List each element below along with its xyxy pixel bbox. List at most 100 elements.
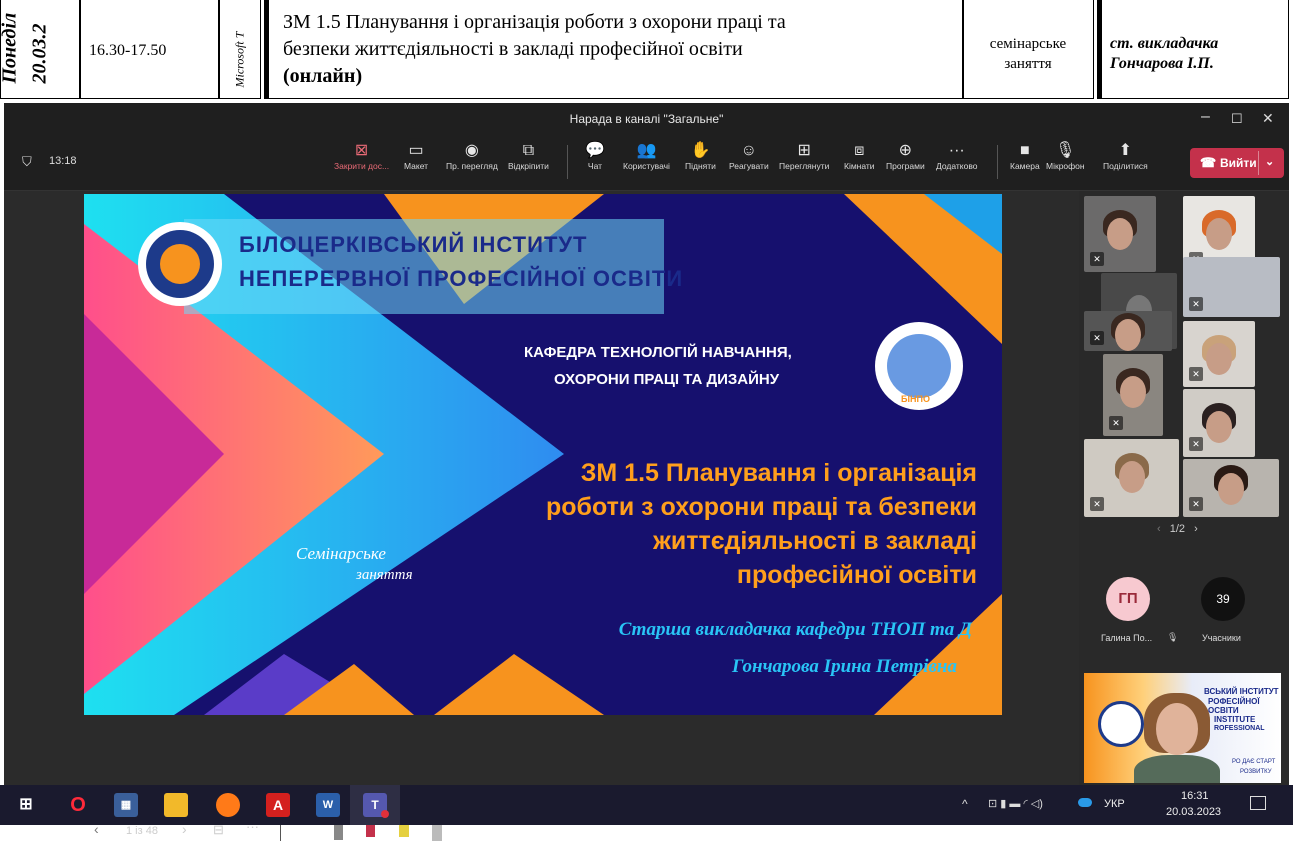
clock-time[interactable]: 16:31 [1181,790,1209,802]
stop-sharing-button[interactable]: ⊠ Закрити дос... [334,141,389,171]
onedrive-icon[interactable] [1078,798,1092,807]
muted-mic-icon: ✕ [1189,437,1203,451]
minimize-button[interactable]: – [1201,108,1210,126]
view-label: Переглянути [779,161,830,171]
phone-hangup-icon: ☎ [1200,155,1217,170]
people-label: Користувачі [623,161,670,171]
eye-icon: ◉ [464,142,479,159]
raise-hand-button[interactable]: ✋ Підняти [685,141,716,171]
apps-button[interactable]: ⊕ Програми [886,141,925,171]
presenter-video[interactable]: ВСЬКИЙ ІНСТИТУТ РОФЕСІЙНОЇ ОСВІТИ INSTIT… [1084,673,1281,783]
camera-label: Камера [1010,161,1040,171]
maximize-button[interactable]: ☐ [1231,111,1243,127]
subject-line-3: (онлайн) [283,65,363,87]
participant-name: Галина По... [1101,633,1153,643]
chevron-down-icon[interactable]: ⌄ [1265,155,1274,168]
toolbar-divider-2 [997,145,998,179]
layout-label: Макет [404,161,429,171]
day-cell: Понеділ 20.03.2 [0,0,80,99]
close-window-button[interactable]: ✕ [1262,110,1274,127]
firefox-icon[interactable] [216,793,240,817]
grid-icon: ⊞ [797,142,811,159]
opera-icon[interactable]: O [66,793,90,817]
gallery-next-button[interactable]: › [1194,523,1198,535]
video-tile[interactable]: ✕ [1084,196,1156,272]
chat-icon: 💬 [585,142,605,159]
teacher-cell: ст. викладачка Гончарова І.П. [1097,0,1289,99]
more-icon: ··· [948,142,965,159]
thumb-line-6: РОЗВИТКУ [1240,769,1272,775]
leave-button[interactable]: ☎ Вийти ⌄ [1190,148,1284,178]
day-label: Понеділ [0,12,21,84]
layout-button[interactable]: ▭ Макет [404,141,428,171]
time-cell: 16.30-17.50 [80,0,219,99]
notifications-icon[interactable] [1250,796,1266,810]
stop-sharing-label: Закрити дос... [334,161,390,171]
participants-label: Учасники [1202,633,1241,643]
chevron-up-icon[interactable]: ^ [962,797,968,811]
video-tile[interactable]: ✕ [1084,439,1179,517]
type-line-2: заняття [1004,56,1052,72]
type-line-1: семінарське [989,36,1067,52]
windows-taskbar: ⊞ O ▦ A W T ^ ⊡ ▮ ▬ ◜ ◁) УКР 16:31 20.03… [0,785,1293,825]
participant-face [1118,461,1145,493]
institute-logo-icon [1098,701,1144,747]
video-tile[interactable]: ✕ [1103,354,1163,436]
toolbar-divider [567,145,568,179]
clock-date[interactable]: 20.03.2023 [1166,806,1221,818]
presenter-face [1156,703,1198,755]
session-line-2: заняття [356,567,413,583]
participant-face [1120,376,1146,408]
share-label: Поділитися [1103,161,1148,171]
teams-meeting-window: Нарада в каналі "Загальне" – ☐ ✕ ⛉ 13:18… [4,103,1289,841]
video-tile[interactable]: ✕ [1084,311,1172,351]
leave-label: Вийти [1220,156,1257,170]
notification-dot [381,810,389,818]
view-button[interactable]: ⊞ Переглянути [779,141,829,171]
apps-label: Програми [886,161,925,171]
popout-button[interactable]: ⧉ Відкріпити [508,141,549,171]
react-button[interactable]: ☺ Реагувати [729,141,769,171]
presentation-slide: БІЛОЦЕРКІВСЬКИЙ ІНСТИТУТ НЕПЕРЕРВНОЇ ПРО… [84,194,1002,715]
teacher-line-1: ст. викладачка [1110,35,1219,52]
language-indicator[interactable]: УКР [1104,798,1125,810]
calculator-icon[interactable]: ▦ [114,793,138,817]
muted-mic-icon: ✕ [1189,367,1203,381]
file-explorer-icon[interactable] [164,793,188,817]
video-tile[interactable]: ✕ [1183,257,1280,317]
share-button[interactable]: ⬆ Поділитися [1103,141,1148,171]
video-tile[interactable]: ✕ [1183,321,1255,387]
microphone-icon: 🎙 [1055,142,1076,159]
popout-icon: ⧉ [522,142,535,159]
camera-icon: ■ [1020,142,1030,159]
preview-button[interactable]: ◉ Пр. перегляд [446,141,498,171]
video-tile[interactable]: ✕ [1183,459,1279,517]
popout-label: Відкріпити [508,161,549,171]
institute-line-2: НЕПЕРЕРВНОЇ ПРОФЕСІЙНОЇ ОСВІТИ [239,266,684,291]
more-button[interactable]: ··· Додатково [936,141,977,171]
meeting-toolbar: ⛉ 13:18 ⊠ Закрити дос... ▭ Макет ◉ Пр. пере… [4,135,1289,191]
acrobat-icon[interactable]: A [266,793,290,817]
people-button[interactable]: 👥 Користувачі [623,141,670,171]
word-icon[interactable]: W [316,793,340,817]
subject-line-1: ЗМ 1.5 Планування і організація роботи з… [283,11,786,33]
participant-face [1107,218,1133,250]
video-tile[interactable]: ✕ [1183,389,1255,457]
participants-count-badge[interactable]: 39 [1201,577,1245,621]
slide-title-line-4: професійної освіти [736,561,977,589]
start-icon[interactable]: ⊞ [14,793,38,817]
teacher-line-2: Гончарова І.П. [1110,55,1214,72]
presenter-body [1134,755,1220,783]
muted-mic-icon: ✕ [1090,497,1104,511]
microphone-button[interactable]: 🎙 Мікрофон [1046,141,1085,171]
camera-button[interactable]: ■ Камера [1010,141,1040,171]
tray-icons[interactable]: ⊡ ▮ ▬ ◜ ◁) [988,797,1043,810]
avatar[interactable]: ГП [1106,577,1150,621]
preview-label: Пр. перегляд [446,161,498,171]
participant-face [1206,411,1232,443]
rooms-button[interactable]: ⧈ Кімнати [844,141,875,171]
chat-button[interactable]: 💬 Чат [585,141,605,171]
slide-title: ЗМ 1.5 Планування і організація роботи з… [546,456,977,592]
gallery-prev-button[interactable]: ‹ [1157,523,1161,535]
participant-face [1115,319,1141,351]
